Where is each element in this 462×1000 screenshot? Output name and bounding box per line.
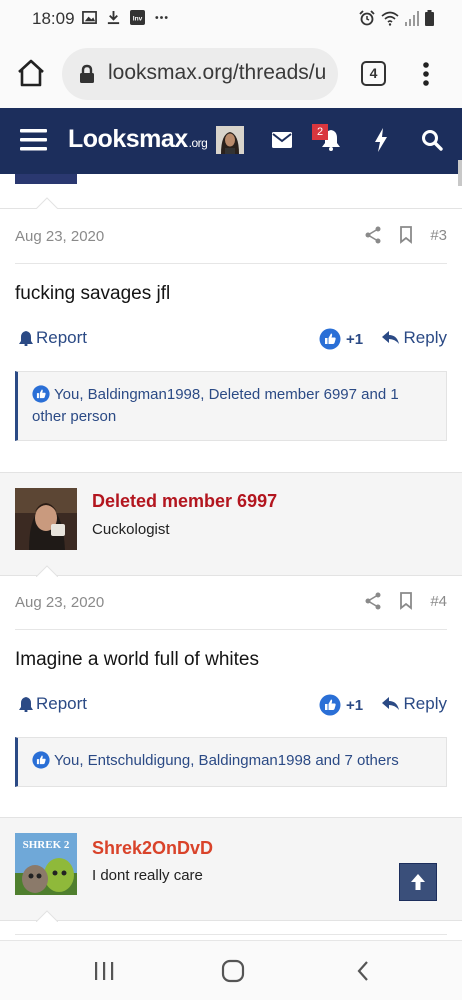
arrow-up-icon xyxy=(411,874,425,890)
post-body: Imagine a world full of whites xyxy=(15,649,259,670)
avatar-image xyxy=(216,126,244,154)
system-nav-bar xyxy=(0,940,462,1000)
bell-icon xyxy=(19,696,33,712)
home-nav-icon[interactable] xyxy=(221,959,245,983)
share-icon[interactable] xyxy=(364,592,382,610)
reply-button[interactable]: Reply xyxy=(381,694,447,714)
arrow-pointer xyxy=(36,910,58,922)
mail-icon[interactable] xyxy=(272,132,292,148)
address-bar[interactable]: looksmax.org/threads/u xyxy=(62,48,338,100)
like-icon xyxy=(319,328,341,350)
divider xyxy=(15,934,447,935)
like-icon xyxy=(32,751,50,769)
bolt-icon[interactable] xyxy=(374,128,388,152)
report-label: Report xyxy=(36,328,88,347)
avatar-image xyxy=(15,488,77,550)
reply-label: Reply xyxy=(403,328,447,347)
post-user-bar: Deleted member 6997 Cuckologist xyxy=(0,472,462,576)
avatar-partial xyxy=(15,174,77,184)
url-text: looksmax.org/threads/u xyxy=(108,61,327,84)
reactions-text: You, Baldingman1998, Deleted member 6997… xyxy=(32,386,399,425)
post-footer: Report +1 Reply xyxy=(15,694,447,720)
reaction-button[interactable]: +1 xyxy=(319,694,363,716)
avatar-image: SHREK 2 xyxy=(15,833,77,895)
reply-button[interactable]: Reply xyxy=(381,328,447,348)
post-number[interactable]: #3 xyxy=(430,227,447,244)
share-icon[interactable] xyxy=(364,226,382,244)
site-header: Looksmax.org xyxy=(0,108,462,174)
reply-icon xyxy=(381,331,399,344)
account-avatar[interactable] xyxy=(216,126,244,154)
report-label: Report xyxy=(36,694,88,713)
post-date[interactable]: Aug 23, 2020 xyxy=(15,594,104,611)
download-icon xyxy=(107,10,120,25)
status-time: 18:09 xyxy=(32,9,75,28)
post-date[interactable]: Aug 23, 2020 xyxy=(15,228,104,245)
username[interactable]: Deleted member 6997 xyxy=(92,491,277,512)
post-meta: Aug 23, 2020 #4 xyxy=(15,576,447,630)
divider xyxy=(0,208,462,209)
bell-icon xyxy=(19,330,33,346)
report-button[interactable]: Report xyxy=(19,694,87,714)
scroll-to-top-button[interactable] xyxy=(399,863,437,901)
reactions-summary[interactable]: You, Entschuldigung, Baldingman1998 and … xyxy=(15,737,447,787)
reactions-summary[interactable]: You, Baldingman1998, Deleted member 6997… xyxy=(15,371,447,441)
signal-icon xyxy=(405,11,419,26)
gallery-icon xyxy=(82,11,97,24)
reply-icon xyxy=(381,697,399,710)
post-user-bar: SHREK 2 Shrek2OnDvD I dont really care xyxy=(0,817,462,921)
thread-content: Aug 23, 2020 #3 fucking savages jfl Repo… xyxy=(0,174,462,940)
scroll-indicator[interactable] xyxy=(458,160,462,186)
bookmark-icon[interactable] xyxy=(399,226,413,244)
back-icon[interactable] xyxy=(352,959,376,983)
report-button[interactable]: Report xyxy=(19,328,87,348)
arrow-pointer xyxy=(36,197,58,209)
notification-badge: 2 xyxy=(312,124,328,140)
wifi-icon xyxy=(381,11,399,26)
user-title: Cuckologist xyxy=(92,521,170,538)
user-avatar[interactable] xyxy=(15,488,77,550)
app-notification-icon: Inv xyxy=(130,10,145,25)
reactions-text: You, Entschuldigung, Baldingman1998 and … xyxy=(54,752,399,769)
svg-text:Inv: Inv xyxy=(133,15,143,22)
user-title: I dont really care xyxy=(92,867,203,884)
search-icon[interactable] xyxy=(421,129,443,151)
alarm-icon xyxy=(359,10,375,26)
more-options-icon[interactable] xyxy=(414,60,438,88)
username[interactable]: Shrek2OnDvD xyxy=(92,838,213,859)
recent-apps-icon[interactable] xyxy=(92,959,116,983)
logo-suffix: .org xyxy=(188,136,208,150)
logo-text: Looksmax xyxy=(68,125,188,153)
post-body: fucking savages jfl xyxy=(15,283,171,304)
site-logo[interactable]: Looksmax.org xyxy=(68,125,208,154)
browser-toolbar: looksmax.org/threads/u 4 xyxy=(0,38,462,108)
reaction-button[interactable]: +1 xyxy=(319,328,363,350)
bookmark-icon[interactable] xyxy=(399,592,413,610)
menu-icon[interactable] xyxy=(20,129,47,151)
lock-icon xyxy=(80,64,94,83)
reaction-count: +1 xyxy=(346,330,364,348)
user-avatar[interactable]: SHREK 2 xyxy=(15,833,77,895)
status-bar: 18:09 Inv xyxy=(0,0,462,38)
post-meta: Aug 23, 2020 #3 xyxy=(15,210,447,264)
avatar-caption: SHREK 2 xyxy=(23,839,70,851)
reaction-count: +1 xyxy=(346,696,364,714)
home-icon[interactable] xyxy=(14,56,48,90)
more-notifications-icon xyxy=(155,16,168,19)
post-footer: Report +1 Reply xyxy=(15,328,447,354)
like-icon xyxy=(319,694,341,716)
reply-label: Reply xyxy=(403,694,447,713)
battery-icon xyxy=(425,10,434,26)
like-icon xyxy=(32,385,50,403)
tab-switcher-button[interactable]: 4 xyxy=(361,61,386,86)
post-number[interactable]: #4 xyxy=(430,593,447,610)
